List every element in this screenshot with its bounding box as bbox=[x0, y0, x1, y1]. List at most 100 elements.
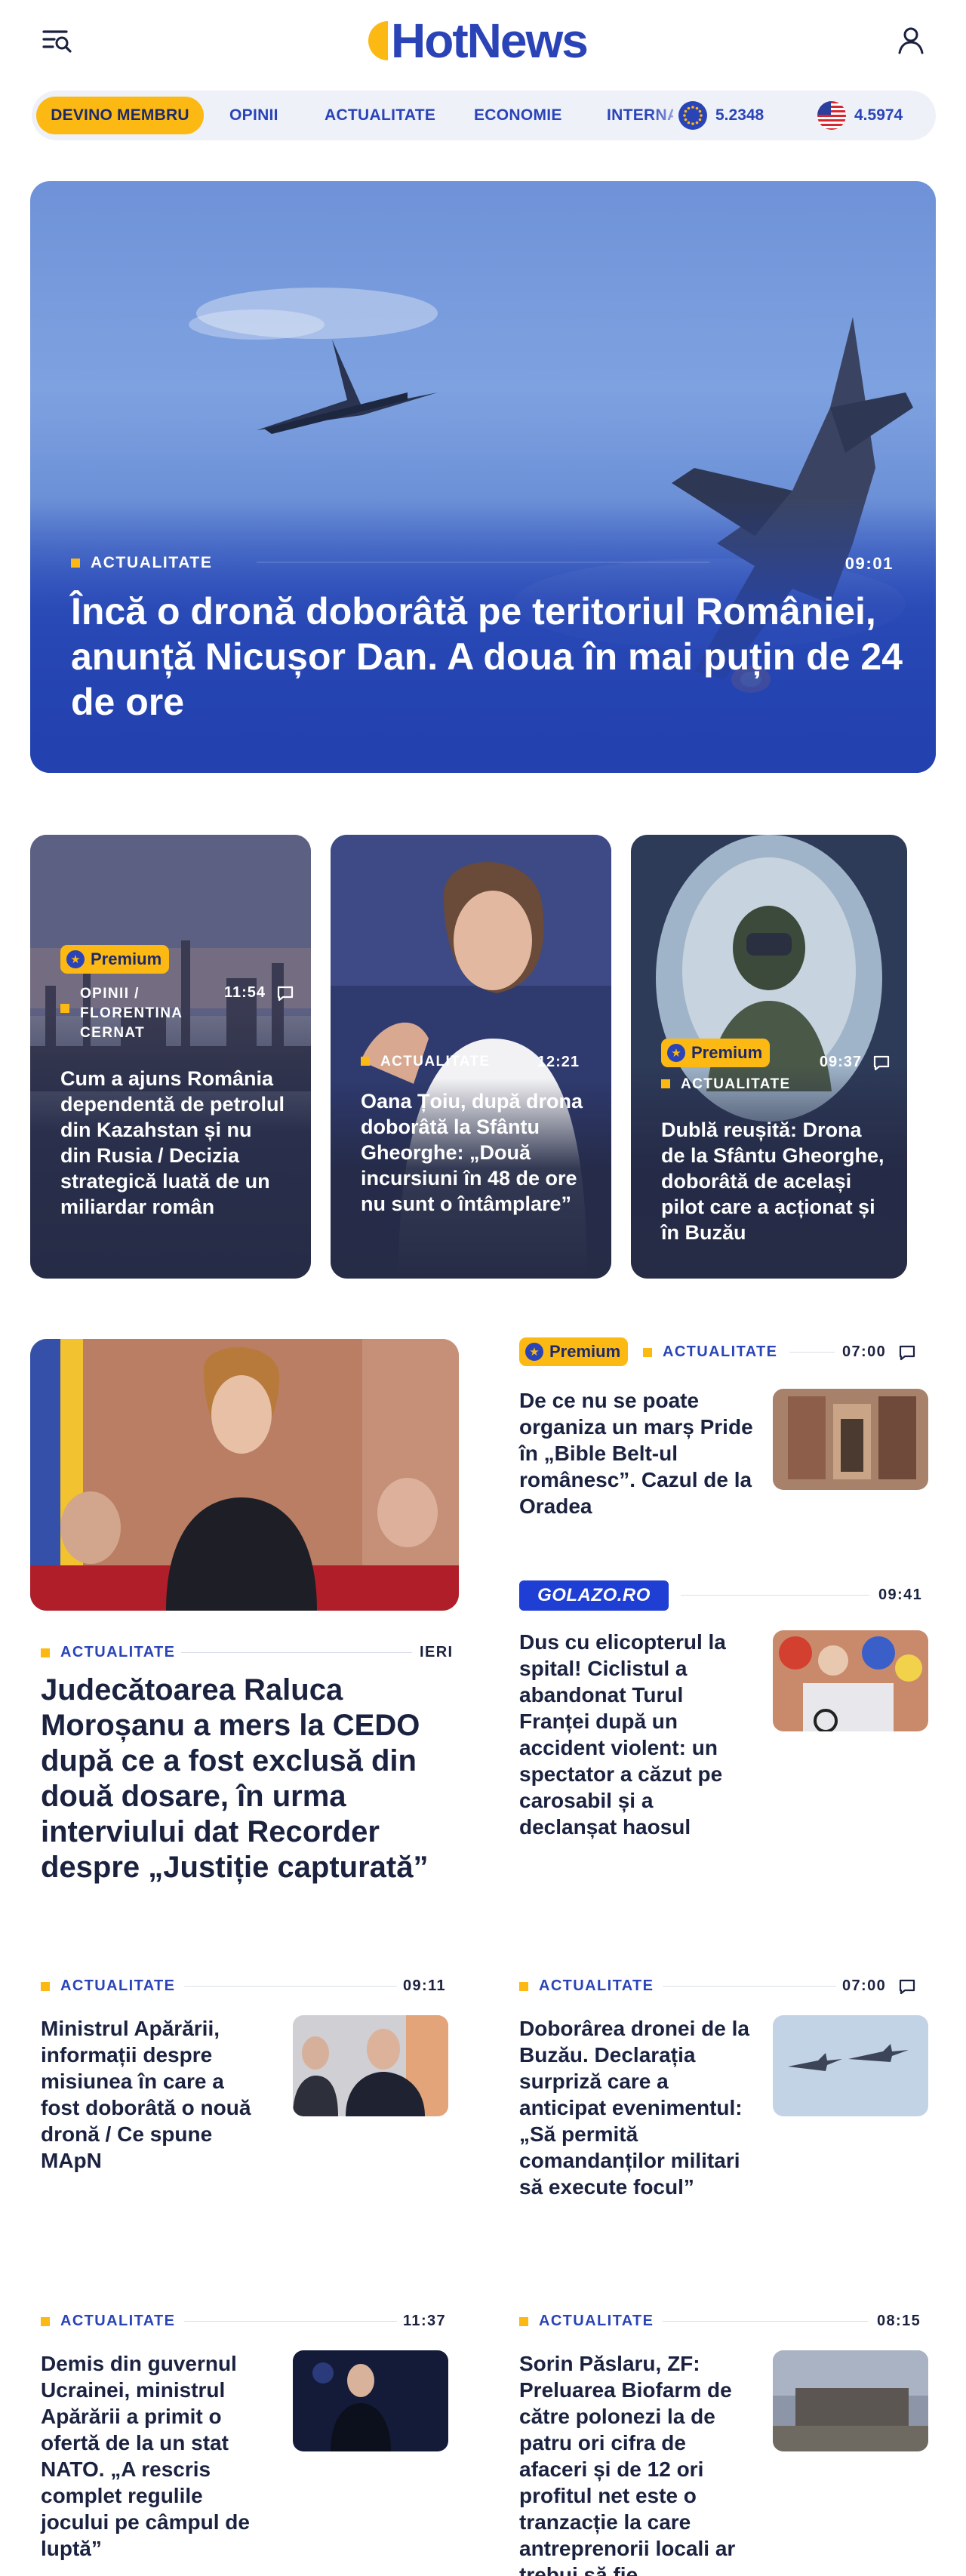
card-category[interactable]: OPINII / FLORENTINA CERNAT bbox=[60, 984, 204, 1043]
card-category[interactable]: ACTUALITATE bbox=[361, 1054, 491, 1070]
grid-time: 08:15 bbox=[877, 2313, 921, 2329]
logo-text: HotNews bbox=[391, 14, 589, 68]
divider bbox=[663, 2321, 868, 2322]
comment-icon[interactable] bbox=[872, 1054, 891, 1071]
minister-image bbox=[293, 2015, 448, 2116]
category-marker bbox=[519, 1981, 528, 1991]
hero-title[interactable]: Încă o dronă doborâtă pe teritoriul Româ… bbox=[71, 589, 916, 725]
comment-icon[interactable] bbox=[276, 985, 294, 1002]
side-category[interactable]: ACTUALITATE bbox=[643, 1343, 777, 1361]
card-time: 12:21 bbox=[537, 1054, 580, 1071]
side-category-label: ACTUALITATE bbox=[663, 1343, 778, 1360]
comment-icon[interactable] bbox=[898, 1344, 916, 1361]
card-time-label: 11:54 bbox=[223, 984, 266, 1001]
side-thumbnail[interactable] bbox=[773, 1389, 928, 1490]
card-title[interactable]: Dublă reușită: Drona de la Sfântu Gheorg… bbox=[661, 1117, 888, 1245]
menu-search-icon[interactable] bbox=[41, 27, 74, 53]
card-article[interactable]: ACTUALITATE 12:21 Oana Țoiu, după drona … bbox=[331, 835, 611, 1279]
card-category[interactable]: ACTUALITATE bbox=[661, 1076, 791, 1093]
grid-time: 09:11 bbox=[403, 1977, 447, 1994]
site-header: HotNews bbox=[0, 0, 966, 83]
premium-badge: ★ Premium bbox=[661, 1039, 771, 1067]
golazo-badge[interactable]: GOLAZO.RO bbox=[519, 1580, 669, 1611]
logo-half-circle-icon bbox=[365, 21, 388, 60]
premium-label: Premium bbox=[91, 949, 162, 968]
card-title[interactable]: Cum a ajuns România dependentă de petrol… bbox=[60, 1066, 287, 1220]
premium-badge: ★ Premium bbox=[519, 1337, 629, 1366]
nav-link-economie[interactable]: ECONOMIE bbox=[474, 97, 562, 134]
grid-title[interactable]: Demis din guvernul Ucrainei, ministrul A… bbox=[41, 2350, 267, 2562]
feature-category[interactable]: ACTUALITATE bbox=[41, 1644, 175, 1661]
card-time-label: 12:21 bbox=[537, 1054, 580, 1070]
hero-category[interactable]: ACTUALITATE bbox=[71, 554, 212, 572]
feature-title[interactable]: Judecătoarea Raluca Moroșanu a mers la C… bbox=[41, 1673, 433, 1885]
card-time: 09:37 bbox=[820, 1054, 891, 1071]
hero-article[interactable]: ACTUALITATE 09:01 Încă o dronă doborâtă … bbox=[30, 181, 936, 773]
grid-category[interactable]: ACTUALITATE bbox=[41, 1977, 175, 1995]
divider bbox=[663, 1986, 836, 1987]
category-marker bbox=[661, 1079, 670, 1088]
comment-icon[interactable] bbox=[898, 1978, 916, 1995]
cycling-crowd-image bbox=[773, 1630, 928, 1731]
usd-rate: 4.5974 bbox=[817, 97, 903, 134]
grid-time: 07:00 bbox=[842, 1977, 916, 1995]
grid-thumbnail[interactable] bbox=[773, 2015, 928, 2116]
premium-label: Premium bbox=[691, 1043, 763, 1062]
feature-image[interactable] bbox=[30, 1339, 459, 1611]
nav-link-actualitate[interactable]: ACTUALITATE bbox=[325, 97, 435, 134]
judge-portrait-image bbox=[30, 1339, 459, 1611]
divider bbox=[184, 2321, 397, 2322]
grid-category[interactable]: ACTUALITATE bbox=[41, 2313, 175, 2330]
grid-category-label: ACTUALITATE bbox=[60, 2313, 176, 2329]
star-icon: ★ bbox=[66, 950, 85, 968]
side-time: 09:41 bbox=[878, 1587, 923, 1603]
drone-silhouette bbox=[257, 340, 438, 434]
hero-time: 09:01 bbox=[844, 554, 894, 573]
grid-thumbnail[interactable] bbox=[773, 2350, 928, 2451]
feature-time: IERI bbox=[420, 1644, 454, 1660]
category-marker bbox=[60, 1004, 69, 1013]
card-time-label: 09:37 bbox=[819, 1054, 862, 1070]
category-marker bbox=[41, 1981, 50, 1991]
grid-title[interactable]: Ministrul Apărării, informații despre mi… bbox=[41, 2015, 267, 2174]
us-flag-icon bbox=[817, 101, 846, 130]
eu-flag-icon bbox=[678, 101, 707, 130]
grid-category[interactable]: ACTUALITATE bbox=[519, 2313, 654, 2330]
grid-title[interactable]: Sorin Păslaru, ZF: Preluarea Biofarm de … bbox=[519, 2350, 753, 2576]
church-interior-image bbox=[773, 1389, 928, 1490]
category-marker bbox=[71, 559, 80, 568]
grid-thumbnail[interactable] bbox=[293, 2015, 448, 2116]
eur-value: 5.2348 bbox=[715, 106, 764, 124]
card-category-label: ACTUALITATE bbox=[380, 1054, 491, 1069]
premium-label: Premium bbox=[549, 1342, 621, 1361]
nav-link-opinii[interactable]: OPINII bbox=[229, 97, 278, 134]
category-marker bbox=[361, 1057, 370, 1066]
side-title[interactable]: De ce nu se poate organiza un marș Pride… bbox=[519, 1387, 753, 1519]
card-article[interactable]: ★ Premium OPINII / FLORENTINA CERNAT 11:… bbox=[30, 835, 311, 1279]
eur-rate: 5.2348 bbox=[673, 97, 764, 134]
user-icon[interactable] bbox=[895, 24, 927, 56]
usd-value: 4.5974 bbox=[854, 106, 903, 124]
factory-building-image bbox=[773, 2350, 928, 2451]
card-time: 11:54 bbox=[224, 984, 294, 1002]
grid-thumbnail[interactable] bbox=[293, 2350, 448, 2451]
side-title[interactable]: Dus cu elicopterul la spital! Ciclistul … bbox=[519, 1629, 753, 1840]
divider bbox=[184, 1986, 397, 1987]
grid-title[interactable]: Doborârea dronei de la Buzău. Declarația… bbox=[519, 2015, 753, 2200]
card-category-label: ACTUALITATE bbox=[681, 1076, 791, 1092]
become-member-button[interactable]: DEVINO MEMBRU bbox=[36, 97, 204, 134]
card-title[interactable]: Oana Țoiu, după drona doborâtă la Sfântu… bbox=[361, 1088, 587, 1217]
side-time-label: 07:00 bbox=[842, 1343, 887, 1360]
grid-time-label: 07:00 bbox=[842, 1977, 887, 1994]
star-icon: ★ bbox=[667, 1044, 685, 1062]
category-marker bbox=[41, 1648, 50, 1657]
side-thumbnail[interactable] bbox=[773, 1630, 928, 1731]
card-article[interactable]: ★ Premium ACTUALITATE 09:37 Dublă reușit… bbox=[631, 835, 907, 1279]
category-marker bbox=[519, 2316, 528, 2326]
grid-category[interactable]: ACTUALITATE bbox=[519, 1977, 654, 1995]
speaker-stage-image bbox=[293, 2350, 448, 2451]
card-category-label: OPINII / FLORENTINA CERNAT bbox=[80, 986, 183, 1041]
site-logo[interactable]: HotNews bbox=[365, 14, 589, 68]
premium-badge: ★ Premium bbox=[60, 945, 170, 974]
category-nav: DEVINO MEMBRU OPINII ACTUALITATE ECONOMI… bbox=[32, 91, 936, 140]
